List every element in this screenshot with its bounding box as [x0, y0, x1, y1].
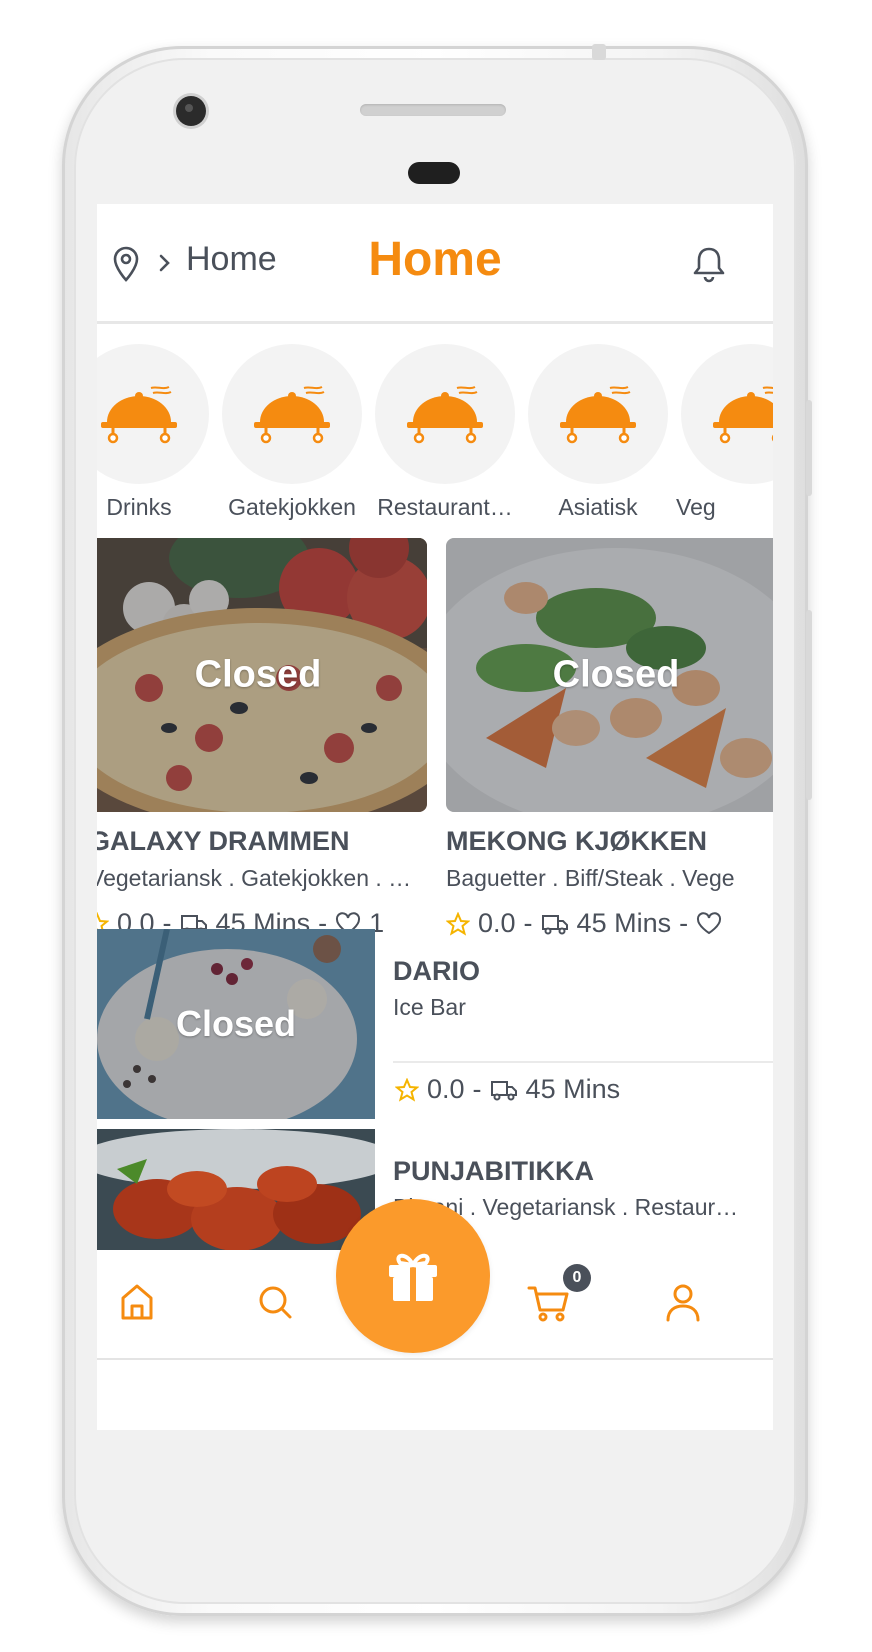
cloche-icon: [711, 384, 773, 444]
rating-value: 0.0: [427, 1074, 465, 1104]
category-circle: [97, 344, 209, 484]
category-circle: [528, 344, 668, 484]
meta-separator: -: [679, 908, 689, 938]
star-icon: [446, 911, 470, 936]
user-icon[interactable]: [663, 1280, 703, 1324]
category-label: Asiatisk: [558, 494, 638, 520]
category-item-drinks[interactable]: Drinks: [97, 344, 209, 521]
category-circle: [375, 344, 515, 484]
restaurant-image: Closed: [446, 538, 773, 812]
category-label: Veg: [676, 494, 716, 520]
category-item-veg[interactable]: Veg: [676, 344, 773, 521]
category-item-gatekjokken[interactable]: Gatekjokken: [222, 344, 362, 521]
cart-icon[interactable]: [527, 1280, 571, 1324]
gift-button[interactable]: [336, 1199, 490, 1353]
search-icon[interactable]: [255, 1280, 295, 1324]
volume-button: [806, 610, 812, 800]
heart-icon[interactable]: [696, 911, 722, 936]
truck-icon: [541, 914, 568, 934]
restaurant-meta: 0.0 - 45 Mins -: [446, 908, 722, 939]
restaurant-image: [97, 1129, 375, 1250]
category-label: Gatekjokken: [228, 494, 356, 520]
cloche-icon: [99, 384, 179, 444]
closed-label: Closed: [552, 653, 680, 696]
truck-icon: [490, 1080, 517, 1100]
cloche-icon: [558, 384, 638, 444]
category-label: Drinks: [106, 494, 172, 520]
location-label[interactable]: Home: [186, 240, 277, 279]
gift-icon: [389, 1253, 437, 1301]
cart-count-badge: 0: [563, 1264, 591, 1292]
tikka-image: [97, 1129, 375, 1250]
power-button: [806, 400, 812, 496]
category-item-asiatisk[interactable]: Asiatisk: [528, 344, 668, 521]
category-strip[interactable]: Drinks Gatekjokken Restaurant… Asiatisk …: [97, 344, 773, 524]
cloche-icon: [252, 384, 332, 444]
category-circle: [222, 344, 362, 484]
meta-separator: -: [472, 1074, 482, 1104]
location-icon[interactable]: [111, 246, 141, 282]
app-screen: Home Home Drinks Gatekjokken Restaurant…: [97, 204, 773, 1430]
restaurant-image: Closed: [97, 929, 375, 1119]
restaurant-tags: Ice Bar: [393, 994, 466, 1020]
restaurant-tags: Baguetter . Biff/Steak . Vege: [446, 865, 735, 891]
closed-label: Closed: [175, 1003, 297, 1044]
restaurant-meta: 0.0 - 45 Mins: [395, 1074, 620, 1105]
restaurant-name: PUNJABITIKKA: [393, 1156, 595, 1186]
delivery-time: 45 Mins: [576, 908, 672, 938]
rating-value: 0.0: [478, 908, 516, 938]
cloche-icon: [405, 384, 485, 444]
bell-icon[interactable]: [691, 244, 727, 284]
chevron-right-icon: [159, 254, 170, 272]
earpiece-speaker: [360, 104, 506, 116]
home-icon[interactable]: [117, 1280, 157, 1324]
restaurant-name: GALAXY DRAMMEN: [97, 826, 350, 856]
app-header: Home Home: [97, 204, 773, 324]
category-item-restaurant[interactable]: Restaurant…: [375, 344, 515, 521]
proximity-sensor: [408, 162, 460, 184]
front-camera: [176, 96, 206, 126]
star-icon: [395, 1077, 419, 1102]
meta-separator: -: [523, 908, 533, 938]
restaurant-image: Closed: [97, 538, 427, 812]
category-label: Restaurant…: [377, 494, 513, 520]
top-notch-mark: [592, 44, 606, 60]
restaurant-tags: Vegetariansk . Gatekjokken . St…: [97, 865, 419, 891]
row-divider: [393, 1061, 773, 1063]
delivery-time: 45 Mins: [525, 1074, 621, 1104]
category-circle: [681, 344, 773, 484]
closed-label: Closed: [194, 653, 322, 696]
restaurant-name: DARIO: [393, 956, 480, 986]
restaurant-name: MEKONG KJØKKEN: [446, 826, 708, 856]
